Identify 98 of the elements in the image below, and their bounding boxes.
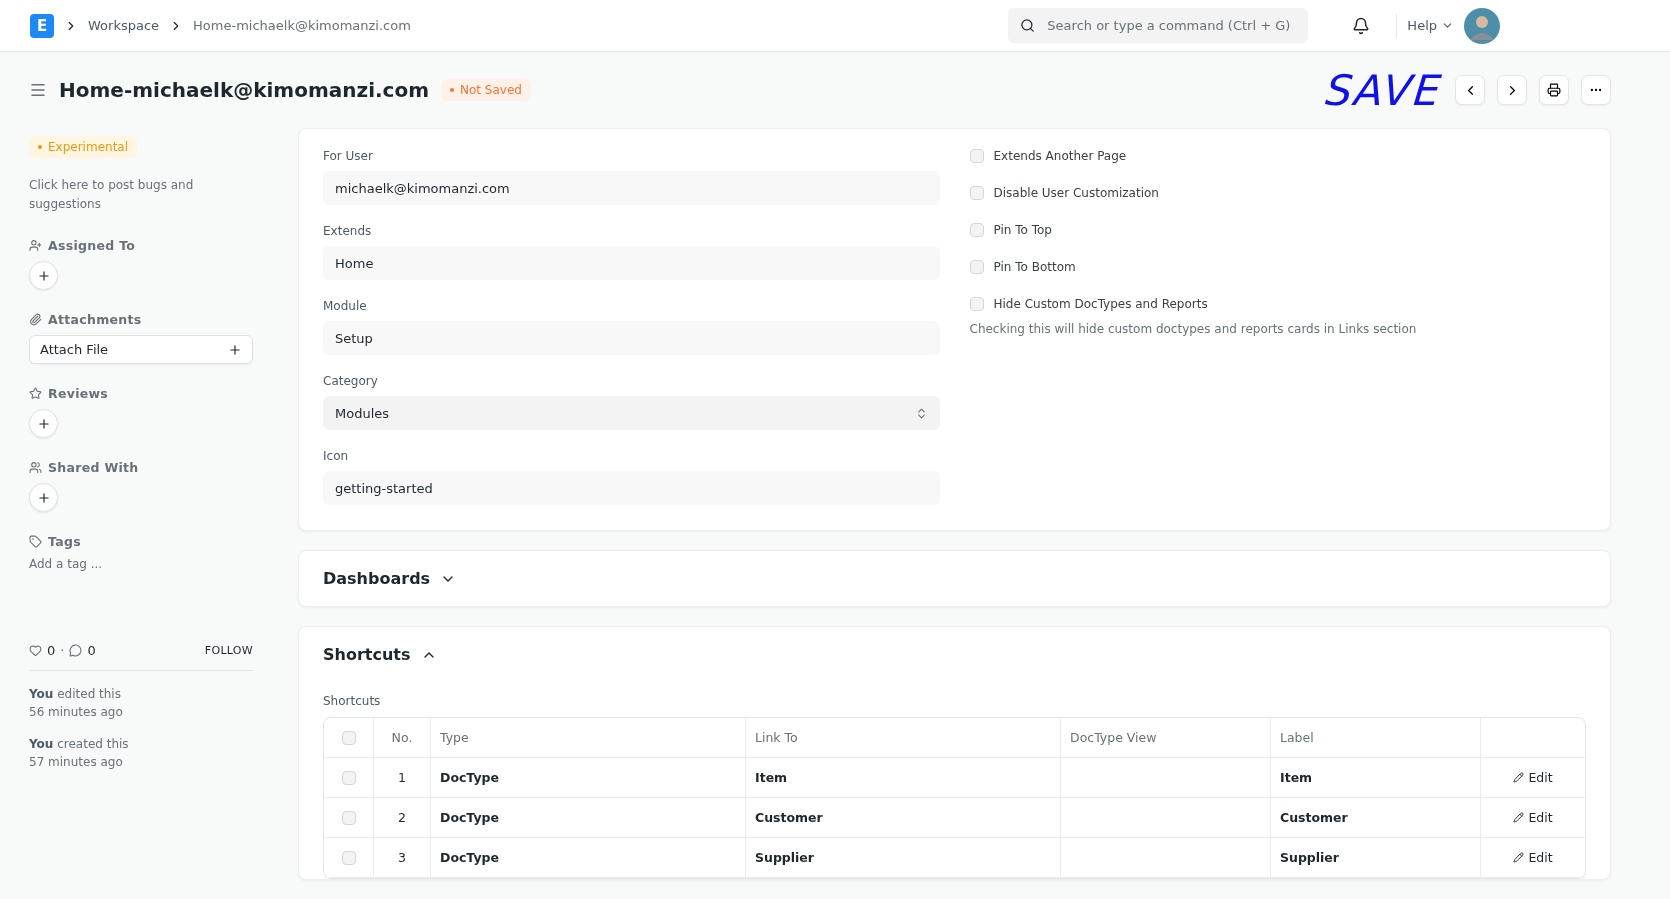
checkbox[interactable] <box>969 259 984 274</box>
select-all-checkbox[interactable] <box>341 730 356 745</box>
separator-dot: · <box>60 643 65 658</box>
checkbox[interactable] <box>969 222 984 237</box>
user-plus-icon <box>29 239 42 252</box>
pencil-icon <box>1513 772 1525 783</box>
search-icon <box>1020 18 1036 33</box>
column-header: Type <box>440 730 469 745</box>
section-label: Reviews <box>48 386 109 401</box>
table-cell: Supplier <box>755 850 814 865</box>
plus-icon <box>36 490 51 505</box>
plus-icon <box>36 416 51 431</box>
star-icon <box>29 387 42 400</box>
like-count: 0 <box>47 643 56 658</box>
search-input[interactable]: Search or type a command (Ctrl + G) <box>1045 17 1297 34</box>
column-header: Link To <box>755 730 798 745</box>
section-label: Assigned To <box>48 238 136 253</box>
previous-button[interactable] <box>1455 75 1485 105</box>
activity-entry: You created this 57 minutes ago <box>29 736 130 771</box>
input-field[interactable]: Setup <box>323 321 940 355</box>
plus-icon <box>36 268 51 283</box>
help-text: Checking this will hide custom doctypes and reports cards in Links section <box>969 322 1418 336</box>
section-label: Shared With <box>48 460 139 475</box>
row-checkbox[interactable] <box>341 850 356 865</box>
next-button[interactable] <box>1497 75 1527 105</box>
table-cell: DocType <box>440 770 499 785</box>
table-cell: Item <box>755 770 788 785</box>
follow-link[interactable]: FOLLOW <box>204 644 253 657</box>
checkbox-label: Extends Another Page <box>993 148 1127 163</box>
status-badge: Not Saved <box>441 79 531 101</box>
column-header: Label <box>1280 730 1314 745</box>
comment-icon[interactable] <box>69 644 83 657</box>
input-field[interactable]: getting-started <box>323 471 940 505</box>
table-cell: Item <box>1280 770 1313 785</box>
edit-button[interactable]: Edit <box>1513 770 1553 785</box>
avatar[interactable] <box>1464 7 1500 44</box>
attach-file-button[interactable]: Attach File <box>29 335 253 364</box>
table-cell: DocType <box>440 810 499 825</box>
menu-icon[interactable] <box>29 81 47 99</box>
section-toggle[interactable]: Shortcuts <box>323 645 437 664</box>
add-button[interactable] <box>29 409 58 438</box>
checkbox-label: Pin To Top <box>993 222 1052 237</box>
add-button[interactable] <box>29 261 58 290</box>
breadcrumb-link[interactable]: Home-michaelk@kimomanzi.com <box>193 18 411 33</box>
feedback-link[interactable]: Click here to post bugs and suggestions <box>29 176 253 214</box>
comment-count: 0 <box>87 643 96 658</box>
field-label: Extends <box>323 224 373 238</box>
table-cell: Supplier <box>1280 850 1339 865</box>
activity-entry: You edited this 56 minutes ago <box>29 686 124 721</box>
edit-button[interactable]: Edit <box>1513 810 1553 825</box>
input-field[interactable]: michaelk@kimomanzi.com <box>323 171 940 205</box>
row-checkbox[interactable] <box>341 770 356 785</box>
page-title: Home-michaelk@kimomanzi.com <box>59 78 430 102</box>
field-label: Category <box>323 374 379 388</box>
paperclip-icon <box>29 313 42 326</box>
row-number: 2 <box>398 810 406 825</box>
input-field[interactable]: Home <box>323 246 940 280</box>
field-label: For User <box>323 149 374 163</box>
select-field[interactable]: Modules <box>323 396 940 430</box>
table-cell: Customer <box>1280 810 1348 825</box>
pencil-icon <box>1513 812 1525 823</box>
heart-icon[interactable] <box>29 644 42 657</box>
checkbox[interactable] <box>969 296 984 311</box>
checkbox-label: Hide Custom DocTypes and Reports <box>993 296 1208 311</box>
table-cell: DocType <box>440 850 499 865</box>
checkbox-label: Disable User Customization <box>993 185 1159 200</box>
checkbox[interactable] <box>969 185 984 200</box>
tag-icon <box>29 535 42 548</box>
app-logo[interactable]: E <box>30 13 54 38</box>
more-button[interactable] <box>1581 75 1611 105</box>
checkbox[interactable] <box>969 148 984 163</box>
field-label: Icon <box>323 449 350 463</box>
users-icon <box>29 461 42 474</box>
pencil-icon <box>1513 852 1525 863</box>
row-number: 3 <box>398 850 406 865</box>
section-label: Attachments <box>48 312 142 327</box>
section-label: Tags <box>48 534 81 549</box>
printer-icon <box>1547 83 1561 97</box>
breadcrumb-link[interactable]: Workspace <box>88 18 160 33</box>
handwritten-annotation: SAVE <box>1323 65 1446 115</box>
help-menu[interactable]: Help <box>1407 18 1454 33</box>
field-label: Module <box>323 299 368 313</box>
row-number: 1 <box>398 770 406 785</box>
print-button[interactable] <box>1539 75 1569 105</box>
section-toggle[interactable]: Dashboards <box>323 569 457 588</box>
add-tag-link[interactable]: Add a tag ... <box>29 557 103 571</box>
column-header: No. <box>391 730 413 745</box>
checkbox-label: Pin To Bottom <box>993 259 1076 274</box>
search-field[interactable]: Search or type a command (Ctrl + G) <box>1008 8 1309 43</box>
plus-icon <box>228 342 242 357</box>
column-header: DocType View <box>1070 730 1157 745</box>
bell-icon[interactable] <box>1352 16 1371 35</box>
add-button[interactable] <box>29 483 58 512</box>
row-checkbox[interactable] <box>341 810 356 825</box>
table-label: Shortcuts <box>323 694 381 708</box>
experimental-badge: Experimental <box>29 136 138 158</box>
edit-button[interactable]: Edit <box>1513 850 1553 865</box>
table-cell: Customer <box>755 810 823 825</box>
